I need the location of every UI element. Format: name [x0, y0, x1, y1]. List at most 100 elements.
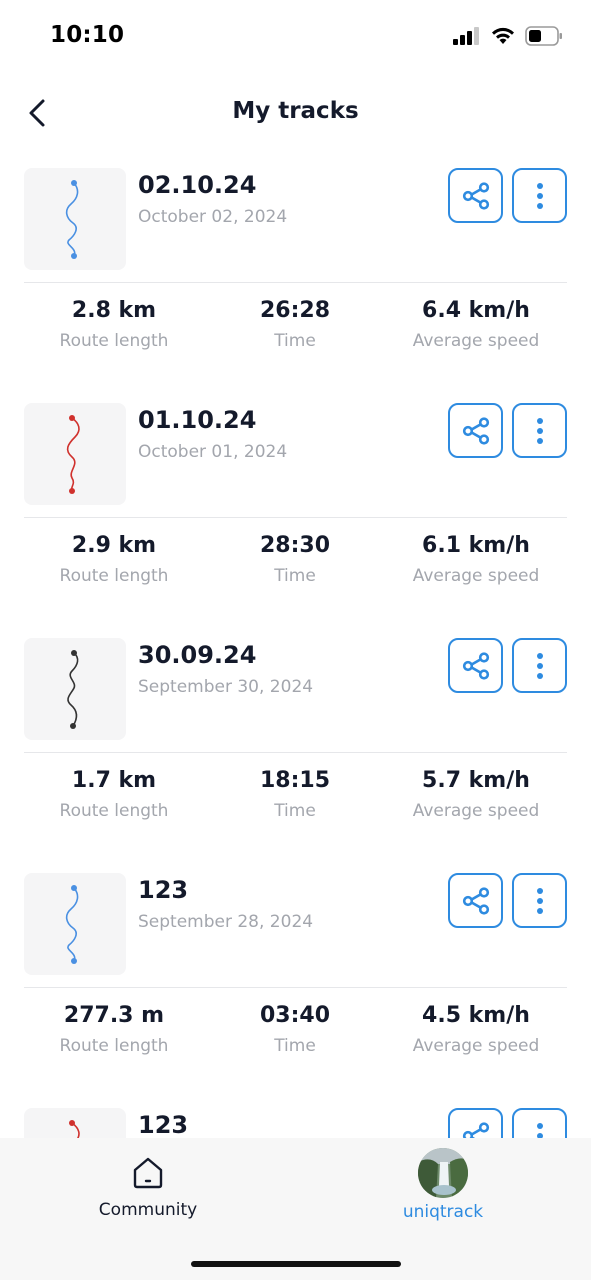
route-length-label: Route length — [59, 331, 169, 351]
route-length-label: Route length — [59, 566, 169, 586]
more-vertical-icon — [536, 887, 543, 914]
route-map-icon — [66, 415, 80, 494]
route-thumbnail — [24, 873, 126, 975]
track-date: September 28, 2024 — [138, 912, 314, 932]
share-button[interactable] — [448, 403, 503, 458]
average-speed-value: 6.1 km/h — [422, 533, 530, 558]
average-speed-value: 4.5 km/h — [422, 1003, 530, 1028]
share-button[interactable] — [448, 1108, 503, 1138]
average-speed-label: Average speed — [412, 331, 540, 351]
track-item[interactable]: 123 September 28, 2024 277.3 m Route len… — [0, 870, 591, 1105]
time-stat: 03:40 Time — [195, 1000, 395, 1056]
share-icon — [462, 416, 489, 445]
track-title: 30.09.24 — [138, 641, 257, 669]
track-item[interactable]: 01.10.24 October 01, 2024 2.9 km Route l… — [0, 400, 591, 635]
average-speed-label: Average speed — [412, 1036, 540, 1056]
divider — [24, 752, 567, 753]
track-item[interactable]: 30.09.24 September 30, 2024 1.7 km Route… — [0, 635, 591, 870]
tab-profile[interactable]: uniqtrack — [343, 1148, 543, 1222]
route-length-value: 277.3 m — [63, 1003, 165, 1028]
average-speed-stat: 4.5 km/h Average speed — [376, 1000, 576, 1056]
track-date: October 02, 2024 — [138, 207, 288, 227]
route-length-value: 2.9 km — [71, 533, 157, 558]
share-button[interactable] — [448, 638, 503, 693]
average-speed-stat: 5.7 km/h Average speed — [376, 765, 576, 821]
wifi-icon — [491, 27, 515, 49]
route-length-stat: 2.8 km Route length — [14, 295, 214, 351]
time-label: Time — [274, 801, 316, 821]
more-options-button[interactable] — [512, 638, 567, 693]
home-indicator — [191, 1261, 401, 1267]
time-label: Time — [274, 566, 316, 586]
track-title: 01.10.24 — [138, 406, 257, 434]
average-speed-label: Average speed — [412, 801, 540, 821]
time-value: 28:30 — [259, 533, 331, 558]
more-options-button[interactable] — [512, 403, 567, 458]
track-list[interactable]: 02.10.24 October 02, 2024 2.8 km Route l… — [0, 165, 591, 1138]
cellular-signal-icon — [453, 27, 481, 49]
time-stat: 18:15 Time — [195, 765, 395, 821]
route-thumbnail — [24, 1108, 126, 1138]
route-map-icon — [69, 1120, 80, 1138]
average-speed-value: 5.7 km/h — [422, 768, 530, 793]
time-stat: 26:28 Time — [195, 295, 395, 351]
time-value: 26:28 — [259, 298, 331, 323]
route-map-icon — [65, 180, 79, 259]
status-bar: 10:10 — [0, 0, 591, 75]
track-title: 123 — [138, 1111, 189, 1138]
share-icon — [462, 181, 489, 210]
more-vertical-icon — [536, 1122, 543, 1138]
route-map-icon — [67, 650, 79, 729]
time-label: Time — [274, 331, 316, 351]
divider — [24, 987, 567, 988]
more-vertical-icon — [536, 652, 543, 679]
time-label: Time — [274, 1036, 316, 1056]
share-icon — [462, 1121, 489, 1138]
time-value: 03:40 — [259, 1003, 331, 1028]
track-title: 02.10.24 — [138, 171, 257, 199]
route-thumbnail — [24, 638, 126, 740]
share-icon — [462, 886, 489, 915]
track-date: September 30, 2024 — [138, 677, 314, 697]
page-title: My tracks — [232, 98, 359, 124]
track-item[interactable]: 123 — [0, 1105, 591, 1138]
average-speed-label: Average speed — [412, 566, 540, 586]
avatar — [418, 1148, 468, 1198]
time-value: 18:15 — [259, 768, 331, 793]
route-length-value: 2.8 km — [71, 298, 157, 323]
track-date: October 01, 2024 — [138, 442, 288, 462]
share-button[interactable] — [448, 168, 503, 223]
average-speed-stat: 6.4 km/h Average speed — [376, 295, 576, 351]
tab-community[interactable]: Community — [48, 1156, 248, 1220]
time-stat: 28:30 Time — [195, 530, 395, 586]
route-length-value: 1.7 km — [71, 768, 157, 793]
nav-bar: My tracks — [0, 80, 591, 146]
more-options-button[interactable] — [512, 873, 567, 928]
tab-profile-label: uniqtrack — [402, 1202, 484, 1222]
battery-icon — [525, 26, 563, 50]
more-vertical-icon — [536, 182, 543, 209]
more-vertical-icon — [536, 417, 543, 444]
route-thumbnail — [24, 168, 126, 270]
route-length-label: Route length — [59, 801, 169, 821]
tab-bar: Community uniqtrack — [0, 1138, 591, 1280]
divider — [24, 282, 567, 283]
route-thumbnail — [24, 403, 126, 505]
track-title: 123 — [138, 876, 189, 904]
more-options-button[interactable] — [512, 168, 567, 223]
average-speed-value: 6.4 km/h — [422, 298, 530, 323]
status-time: 10:10 — [50, 22, 125, 48]
route-length-stat: 2.9 km Route length — [14, 530, 214, 586]
share-icon — [462, 651, 489, 680]
average-speed-stat: 6.1 km/h Average speed — [376, 530, 576, 586]
home-icon — [133, 1157, 163, 1189]
route-length-stat: 1.7 km Route length — [14, 765, 214, 821]
route-length-stat: 277.3 m Route length — [14, 1000, 214, 1056]
track-item[interactable]: 02.10.24 October 02, 2024 2.8 km Route l… — [0, 165, 591, 400]
more-options-button[interactable] — [512, 1108, 567, 1138]
share-button[interactable] — [448, 873, 503, 928]
route-length-label: Route length — [59, 1036, 169, 1056]
divider — [24, 517, 567, 518]
route-map-icon — [65, 885, 79, 964]
tab-community-label: Community — [98, 1200, 198, 1220]
